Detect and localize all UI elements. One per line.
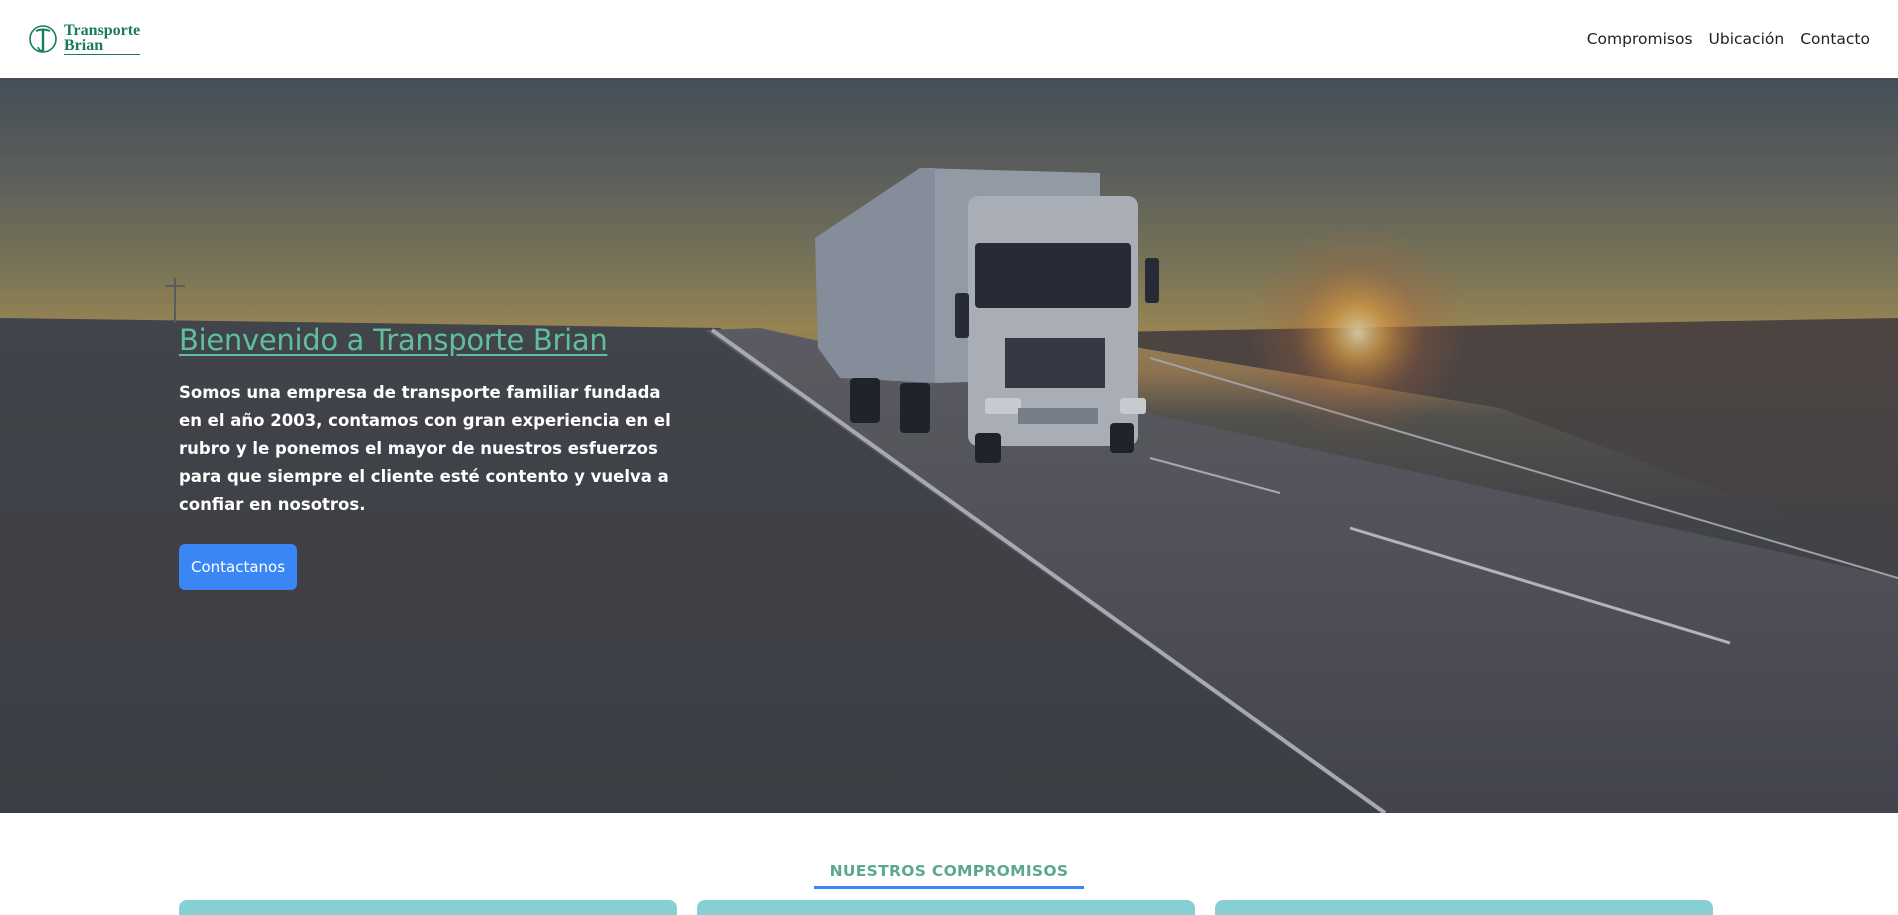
nav-menu: Compromisos Ubicación Contacto — [1587, 30, 1870, 49]
nav-link-compromisos[interactable]: Compromisos — [1587, 30, 1693, 48]
navbar: Transporte Brian Compromisos Ubicación C… — [0, 0, 1898, 78]
contact-button[interactable]: Contactanos — [179, 544, 298, 590]
hero-section: Bienvenido a Transporte Brian Somos una … — [0, 78, 1898, 813]
hero-content: Bienvenido a Transporte Brian Somos una … — [179, 323, 699, 590]
brand-logo[interactable]: Transporte Brian — [28, 22, 141, 56]
commitment-card — [697, 900, 1195, 915]
hero-title[interactable]: Bienvenido a Transporte Brian — [179, 323, 608, 357]
section-title: NUESTROS COMPROMISOS — [813, 862, 1085, 889]
nav-item: Contacto — [1800, 30, 1870, 49]
nav-item: Compromisos — [1587, 30, 1693, 49]
nav-link-contacto[interactable]: Contacto — [1800, 30, 1870, 48]
hero-description: Somos una empresa de transporte familiar… — [179, 383, 671, 514]
commitment-card — [179, 900, 677, 915]
commitment-card — [1215, 900, 1713, 915]
brand-name-line1: Transporte — [64, 22, 141, 39]
section-header: NUESTROS COMPROMISOS — [0, 862, 1898, 889]
brand-logo-icon — [29, 25, 57, 53]
brand-name-line2: Brian — [64, 37, 104, 54]
nav-item: Ubicación — [1709, 30, 1785, 49]
nav-link-ubicacion[interactable]: Ubicación — [1709, 30, 1785, 48]
brand-name: Transporte Brian — [64, 22, 141, 55]
commitment-cards — [179, 900, 1713, 915]
